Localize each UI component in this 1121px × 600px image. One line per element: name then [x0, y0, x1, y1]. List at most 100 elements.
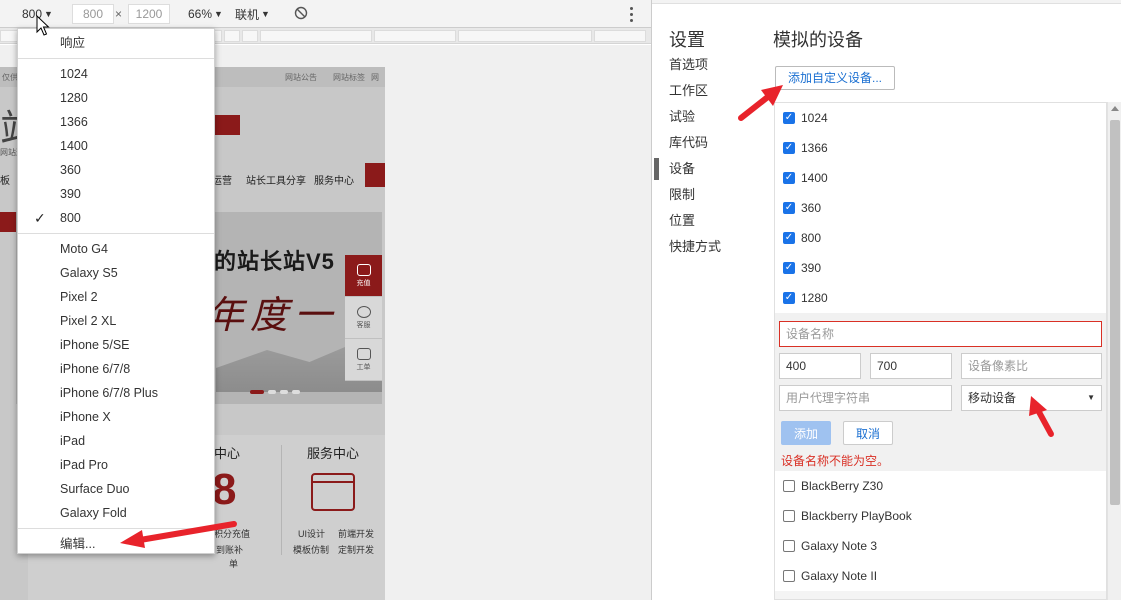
menu-item[interactable]: 编辑...	[18, 532, 214, 556]
menu-item[interactable]: iPhone X	[18, 405, 214, 429]
cancel-button[interactable]: 取消	[843, 421, 893, 445]
device-list-row[interactable]: ✓ 1024	[775, 103, 1106, 133]
checkbox-icon[interactable]	[783, 540, 795, 552]
device-list-row[interactable]: ✓ 800	[775, 223, 1106, 253]
site-nav-a[interactable]: 板	[0, 172, 10, 187]
menu-item[interactable]: Galaxy S5	[18, 261, 214, 285]
menu-item[interactable]: 390	[18, 182, 214, 206]
side-ticket-button[interactable]: 工单	[345, 339, 382, 381]
checkbox-checked-icon[interactable]: ✓	[783, 262, 795, 274]
height-input[interactable]	[128, 4, 170, 24]
menu-item[interactable]: Pixel 2 XL	[18, 309, 214, 333]
menu-item[interactable]: 1280	[18, 86, 214, 110]
scroll-up-icon[interactable]	[1111, 106, 1119, 111]
menu-item[interactable]: 360	[18, 158, 214, 182]
menu-item[interactable]: 1400	[18, 134, 214, 158]
menu-item[interactable]: Moto G4	[18, 237, 214, 261]
settings-nav-item[interactable]: 限制	[652, 182, 752, 208]
service-custom[interactable]: 定制开发	[338, 543, 374, 556]
user-agent-input[interactable]	[779, 385, 952, 411]
topbar-more[interactable]: 网	[371, 72, 379, 83]
device-pixel-ratio-input[interactable]	[961, 353, 1102, 379]
menu-item[interactable]: iPad Pro	[18, 453, 214, 477]
topbar-notice[interactable]: 网站公告	[285, 72, 317, 83]
checkbox-checked-icon[interactable]: ✓	[783, 292, 795, 304]
menu-item[interactable]: iPhone 6/7/8	[18, 357, 214, 381]
menu-separator	[18, 233, 214, 234]
settings-nav-item[interactable]: 快捷方式	[652, 234, 752, 260]
scrollbar-thumb[interactable]	[1110, 120, 1120, 505]
menu-item[interactable]: Surface Duo	[18, 477, 214, 501]
device-editor: 移动设备 ▼ 添加 取消 设备名称不能为空。	[775, 313, 1106, 471]
width-input[interactable]	[72, 4, 114, 24]
side-charge-button[interactable]: 充值	[345, 255, 382, 297]
service-front[interactable]: 前端开发	[338, 527, 374, 540]
site-search-button[interactable]	[365, 163, 385, 187]
device-list-row[interactable]: BlackBerry Z30	[775, 471, 1106, 501]
device-list-row[interactable]: Galaxy Note II	[775, 561, 1106, 591]
device-list-row[interactable]: ✓ 390	[775, 253, 1106, 283]
add-device-button[interactable]: 添加	[781, 421, 831, 445]
settings-nav-item[interactable]: 设备	[652, 156, 752, 182]
device-list-row[interactable]: Blackberry PlayBook	[775, 501, 1106, 531]
checkmark-icon: ✓	[34, 210, 46, 226]
checkbox-checked-icon[interactable]: ✓	[783, 142, 795, 154]
checkbox-icon[interactable]	[783, 480, 795, 492]
checkbox-checked-icon[interactable]: ✓	[783, 202, 795, 214]
menu-item[interactable]: iPhone 6/7/8 Plus	[18, 381, 214, 405]
menu-item-label: Galaxy Fold	[60, 506, 127, 520]
rotate-disabled-icon[interactable]	[294, 6, 308, 20]
device-list-row[interactable]: ✓ 1366	[775, 133, 1106, 163]
checkbox-icon[interactable]	[783, 570, 795, 582]
menu-item[interactable]: Galaxy Fold	[18, 501, 214, 525]
menu-item[interactable]: ✓ 800	[18, 206, 214, 230]
menu-item[interactable]: iPad	[18, 429, 214, 453]
topbar-tags[interactable]: 网站标签	[333, 72, 365, 83]
checkbox-checked-icon[interactable]: ✓	[783, 232, 795, 244]
device-height-input[interactable]	[870, 353, 952, 379]
checkbox-checked-icon[interactable]: ✓	[783, 112, 795, 124]
settings-nav-item[interactable]: 首选项	[652, 52, 752, 78]
menu-item-label: Moto G4	[60, 242, 108, 256]
menu-item[interactable]: iPhone 5/SE	[18, 333, 214, 357]
site-nav-service[interactable]: 服务中心	[314, 172, 354, 187]
device-width-input[interactable]	[779, 353, 861, 379]
settings-nav-item[interactable]: 工作区	[652, 78, 752, 104]
chevron-down-icon: ▼	[214, 9, 223, 19]
device-list-scrollbar[interactable]	[1107, 102, 1121, 600]
menu-item-label: 1024	[60, 67, 88, 81]
menu-item[interactable]: Pixel 2	[18, 285, 214, 309]
points-number: 8	[212, 465, 237, 514]
site-nav-tools[interactable]: 站长工具分享	[246, 172, 306, 187]
site-red-button[interactable]	[213, 115, 240, 135]
service-ui[interactable]: UI设计	[298, 527, 325, 540]
site-nav-ops[interactable]: 运营	[212, 172, 232, 187]
checkbox-icon[interactable]	[783, 510, 795, 522]
device-list-row[interactable]: ✓ 1400	[775, 163, 1106, 193]
menu-item[interactable]: 1366	[18, 110, 214, 134]
add-custom-device-button[interactable]: 添加自定义设备...	[775, 66, 896, 90]
device-list-row[interactable]: ✓ 360	[775, 193, 1106, 223]
device-name-input[interactable]	[779, 321, 1102, 347]
device-list: ✓ 1024 ✓ 1366 ✓ 1400 ✓ 360 ✓ 800 ✓ 390 ✓ 1280 移动设备 ▼ …	[774, 102, 1107, 600]
settings-nav-item[interactable]: 库代码	[652, 130, 752, 156]
service-mock[interactable]: 模板仿制	[293, 543, 329, 556]
settings-nav-item[interactable]: 试验	[652, 104, 752, 130]
network-select[interactable]: 联机 ▼	[231, 4, 274, 24]
device-type-select[interactable]: 移动设备 ▼	[961, 385, 1102, 411]
more-options-icon[interactable]	[625, 5, 637, 23]
menu-item[interactable]: 1024	[18, 62, 214, 86]
points-charge[interactable]: 积分充值	[214, 527, 250, 540]
side-service-button[interactable]: 客服	[345, 297, 382, 339]
menu-separator	[18, 58, 214, 59]
settings-nav-item[interactable]: 位置	[652, 208, 752, 234]
menu-item-label: Pixel 2 XL	[60, 314, 117, 328]
topbar-left-text: 仅供	[2, 73, 18, 82]
device-list-row[interactable]: Galaxy Note 3	[775, 531, 1106, 561]
banner-dots[interactable]	[250, 390, 300, 394]
banner-headline: 的站长站V5	[214, 249, 335, 274]
device-list-row[interactable]: ✓ 1280	[775, 283, 1106, 313]
menu-item-label: 360	[60, 163, 81, 177]
zoom-select[interactable]: 66% ▼	[184, 4, 227, 24]
checkbox-checked-icon[interactable]: ✓	[783, 172, 795, 184]
